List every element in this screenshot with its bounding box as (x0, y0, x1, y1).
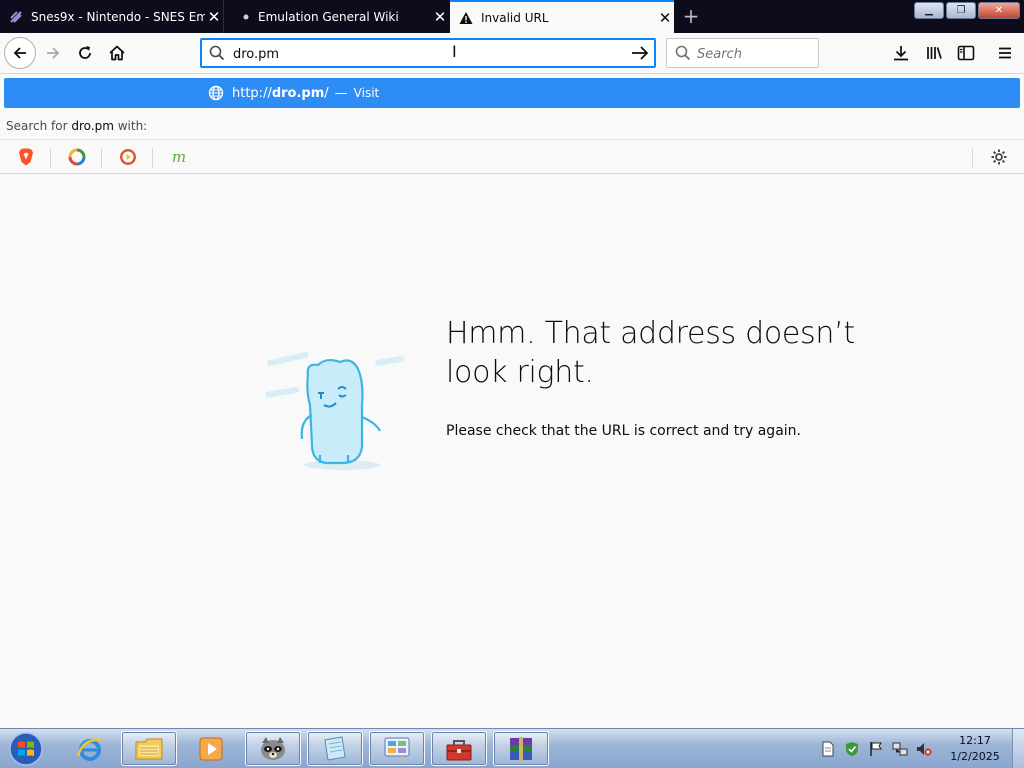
tab-title: Invalid URL (481, 10, 549, 25)
search-with-label: Search for dro.pm with: (6, 119, 148, 133)
suggestion-separator: — (334, 85, 348, 101)
media-player-icon[interactable] (183, 731, 239, 766)
close-window-button[interactable]: ✕ (978, 2, 1020, 19)
tab-strip: Snes9x - Nintendo - SNES Emul ✕ Emulatio… (0, 0, 1024, 33)
globe-icon (208, 85, 224, 101)
clock-date: 1/2/2025 (950, 750, 1000, 763)
new-tab-button[interactable]: + (680, 4, 702, 28)
reload-button[interactable] (70, 38, 100, 68)
close-tab-icon[interactable]: ✕ (656, 9, 674, 27)
sidebar-toggle-icon[interactable] (951, 38, 981, 68)
navigation-toolbar: I (0, 33, 1024, 74)
window-controls: ▁ ❐ ✕ (914, 2, 1020, 19)
raccoon-app-icon[interactable] (245, 731, 301, 766)
one-off-search-engines: m (0, 139, 1024, 174)
confused-hamster-illustration (263, 335, 411, 480)
url-suggestions-popup: http://dro.pm/ — Visit Search for dro.pm… (0, 74, 1024, 174)
notepad-icon[interactable] (307, 731, 363, 766)
qwant-icon[interactable] (66, 146, 88, 168)
tab-emulation-wiki[interactable]: Emulation General Wiki ✕ (225, 0, 449, 33)
start-button[interactable] (4, 730, 48, 768)
go-arrow-icon[interactable] (631, 45, 649, 64)
toolbox-icon[interactable] (431, 731, 487, 766)
url-input[interactable] (233, 45, 623, 63)
close-tab-icon[interactable]: ✕ (205, 8, 223, 26)
volume-muted-icon[interactable] (914, 740, 933, 759)
brave-icon[interactable] (15, 146, 37, 168)
duckduckgo-icon[interactable] (117, 146, 139, 168)
file-explorer-icon[interactable] (121, 731, 177, 766)
search-settings-gear-icon[interactable] (988, 146, 1010, 168)
suggestion-action: Visit (353, 86, 380, 100)
downloads-button[interactable] (886, 38, 916, 68)
search-icon (209, 45, 225, 64)
error-title: Hmm. That address doesn’t look right. (446, 316, 855, 390)
minimize-button[interactable]: ▁ (914, 2, 944, 19)
text-cursor-icon: I (452, 42, 457, 61)
clock-time: 12:17 (959, 734, 991, 747)
close-tab-icon[interactable]: ✕ (431, 8, 449, 26)
suggestion-url: http://dro.pm/ (232, 85, 329, 101)
snes9x-icon (8, 9, 24, 25)
mojeek-icon[interactable]: m (168, 146, 190, 168)
divider (972, 148, 973, 168)
maximize-button[interactable]: ❐ (946, 2, 976, 19)
show-desktop-button[interactable] (1012, 729, 1024, 768)
tab-invalid-url[interactable]: Invalid URL ✕ (450, 0, 674, 33)
search-input[interactable] (697, 46, 812, 62)
library-icon[interactable] (919, 38, 949, 68)
divider (101, 148, 102, 168)
divider (152, 148, 153, 168)
warning-icon (458, 10, 474, 26)
internet-explorer-icon[interactable] (62, 731, 118, 766)
suggestion-visit-row[interactable]: http://dro.pm/ — Visit (4, 78, 1020, 108)
error-description: Please check that the URL is correct and… (446, 423, 801, 439)
security-shield-icon[interactable] (842, 740, 861, 759)
url-bar[interactable]: I (200, 38, 656, 68)
winrar-icon[interactable] (493, 731, 549, 766)
tab-snes9x[interactable]: Snes9x - Nintendo - SNES Emul ✕ (0, 0, 224, 33)
back-button[interactable] (4, 37, 36, 69)
tab-title: Emulation General Wiki (258, 9, 399, 24)
clock[interactable]: 12:17 1/2/2025 (946, 733, 1004, 765)
taskbar: 12:17 1/2/2025 (0, 728, 1024, 768)
divider (50, 148, 51, 168)
dot-icon (241, 9, 251, 25)
tab-title: Snes9x - Nintendo - SNES Emul (31, 9, 205, 24)
system-tray (818, 733, 933, 765)
document-icon[interactable] (818, 740, 837, 759)
forward-button[interactable] (38, 38, 68, 68)
network-icon[interactable] (890, 740, 909, 759)
search-bar[interactable] (666, 38, 819, 68)
action-center-flag-icon[interactable] (866, 740, 885, 759)
home-button[interactable] (102, 38, 132, 68)
hamburger-menu-icon[interactable] (990, 38, 1020, 68)
control-panel-icon[interactable] (369, 731, 425, 766)
search-icon (675, 45, 691, 64)
